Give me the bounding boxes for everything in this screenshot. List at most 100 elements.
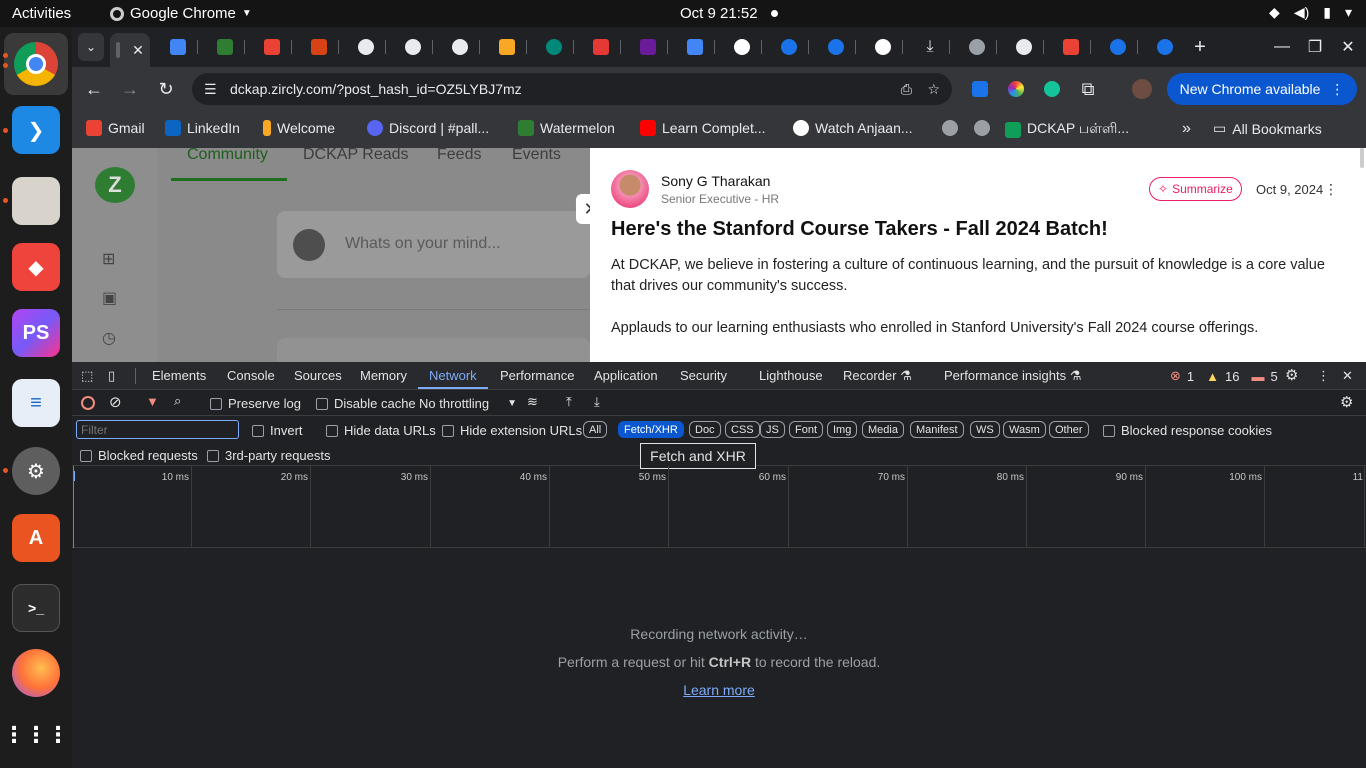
- tab-console[interactable]: Console: [227, 368, 275, 383]
- blocked-response-cookies-checkbox[interactable]: Blocked response cookies: [1103, 423, 1272, 438]
- vscode-icon[interactable]: ❯: [12, 106, 60, 154]
- new-tab-button[interactable]: +: [1180, 33, 1220, 61]
- tab-events[interactable]: Events: [512, 148, 561, 164]
- more-bookmarks-chevron-icon[interactable]: »: [1182, 120, 1191, 138]
- phpstorm-icon[interactable]: PS: [12, 309, 60, 357]
- filter-input[interactable]: [76, 420, 239, 439]
- panel-scrollbar[interactable]: [1360, 148, 1364, 168]
- filter-media[interactable]: Media: [862, 421, 904, 438]
- filter-icon[interactable]: ▼: [146, 394, 159, 409]
- tab-google-1[interactable]: [722, 33, 762, 61]
- extension-color-icon[interactable]: [1004, 77, 1028, 101]
- tab-dckap-reads[interactable]: DCKAP Reads: [303, 148, 409, 164]
- files-icon[interactable]: [12, 177, 60, 225]
- filter-other[interactable]: Other: [1049, 421, 1089, 438]
- tab-app-7[interactable]: [628, 33, 668, 61]
- bookmark-linkedin[interactable]: LinkedIn: [165, 120, 240, 136]
- tab-red-app[interactable]: [299, 33, 339, 61]
- filter-ws[interactable]: WS: [970, 421, 1000, 438]
- zircly-logo[interactable]: Z: [95, 167, 135, 203]
- new-chrome-available-button[interactable]: New Chrome available ⋮: [1167, 73, 1357, 105]
- tab-search-button[interactable]: ⌄: [78, 33, 104, 61]
- tab-app-6[interactable]: [581, 33, 621, 61]
- grammarly-icon[interactable]: [1040, 77, 1064, 101]
- issues-counter[interactable]: ⊗ 1 ▲ 16 ▬ 5: [1170, 368, 1278, 384]
- bookmark-gmail[interactable]: Gmail: [86, 120, 145, 136]
- network-settings-gear-icon[interactable]: ⚙: [1340, 393, 1353, 411]
- tab-globe[interactable]: [957, 33, 997, 61]
- all-bookmarks[interactable]: ▭ All Bookmarks: [1213, 120, 1322, 137]
- summarize-button[interactable]: ✧ Summarize: [1149, 177, 1242, 201]
- tab-docs[interactable]: [675, 33, 715, 61]
- clock[interactable]: Oct 9 21:52: [680, 5, 758, 22]
- network-conditions-icon[interactable]: ≋: [527, 394, 538, 410]
- settings-icon[interactable]: ⚙: [12, 447, 60, 495]
- filter-doc[interactable]: Doc: [689, 421, 721, 438]
- show-apps-icon[interactable]: ⋮⋮⋮: [3, 711, 69, 759]
- settings-gear-icon[interactable]: ⚙: [1285, 366, 1298, 384]
- disable-cache-checkbox[interactable]: Disable cache: [316, 396, 416, 411]
- close-tab-icon[interactable]: ✕: [132, 42, 144, 59]
- author-name[interactable]: Sony G Tharakan: [661, 173, 770, 189]
- tab-openai[interactable]: [1004, 33, 1044, 61]
- site-info-icon[interactable]: ☰: [204, 81, 217, 98]
- import-har-icon[interactable]: ⤒: [566, 394, 572, 410]
- tab-lighthouse[interactable]: Lighthouse: [759, 368, 823, 383]
- tab-performance-insights[interactable]: Performance insights ⚗: [944, 368, 1081, 384]
- tab-gmail-2[interactable]: [1051, 33, 1091, 61]
- preserve-log-checkbox[interactable]: Preserve log: [210, 396, 301, 411]
- tab-chrome-1[interactable]: [769, 33, 809, 61]
- tab-community[interactable]: Community: [187, 148, 268, 164]
- more-options-icon[interactable]: ⋮: [1317, 368, 1330, 384]
- clock-icon[interactable]: ◷: [102, 328, 116, 348]
- activities-button[interactable]: Activities: [12, 5, 71, 22]
- bookmark-youtube[interactable]: Learn Complet...: [640, 120, 766, 136]
- tab-app-1[interactable]: [346, 33, 386, 61]
- bookmark-watermelon[interactable]: Watermelon: [518, 120, 615, 136]
- terminal-icon[interactable]: >_: [12, 584, 60, 632]
- filter-js[interactable]: JS: [760, 421, 785, 438]
- filter-fetch-xhr[interactable]: Fetch/XHR: [618, 421, 684, 438]
- tab-chrome-4[interactable]: [1145, 33, 1185, 61]
- app-center-icon[interactable]: A: [12, 514, 60, 562]
- tab-google-2[interactable]: [863, 33, 903, 61]
- throttling-select[interactable]: No throttling ▼: [419, 396, 517, 411]
- create-post-box[interactable]: Whats on your mind...: [277, 211, 590, 278]
- tab-webflow[interactable]: [205, 33, 245, 61]
- tab-app-4[interactable]: [487, 33, 527, 61]
- clear-icon[interactable]: ⊘: [109, 393, 122, 411]
- tab-performance[interactable]: Performance: [500, 368, 574, 383]
- tab-recorder[interactable]: Recorder ⚗: [843, 368, 912, 384]
- address-bar[interactable]: ☰ dckap.zircly.com/?post_hash_id=OZ5LYBJ…: [192, 73, 952, 105]
- tab-gmail[interactable]: [252, 33, 292, 61]
- search-icon[interactable]: ⌕: [174, 393, 181, 409]
- filter-wasm[interactable]: Wasm: [1003, 421, 1046, 438]
- device-toolbar-icon[interactable]: ▯: [108, 368, 115, 384]
- blocked-requests-checkbox[interactable]: Blocked requests: [80, 448, 198, 463]
- filter-manifest[interactable]: Manifest: [910, 421, 964, 438]
- third-party-requests-checkbox[interactable]: 3rd-party requests: [207, 448, 331, 463]
- hide-extension-urls-checkbox[interactable]: Hide extension URLs: [442, 423, 582, 438]
- text-editor-icon[interactable]: ≡: [12, 379, 60, 427]
- profile-avatar[interactable]: [1130, 77, 1154, 101]
- learn-more-link[interactable]: Learn more: [683, 682, 755, 698]
- hide-data-urls-checkbox[interactable]: Hide data URLs: [326, 423, 436, 438]
- close-window-button[interactable]: ✕: [1328, 33, 1366, 61]
- anydesk-icon[interactable]: ◆: [12, 243, 60, 291]
- tab-memory[interactable]: Memory: [360, 368, 407, 383]
- record-stop-icon[interactable]: [81, 396, 95, 410]
- system-tray[interactable]: ◆ ◀) ▮ ▾: [1269, 4, 1352, 21]
- tab-feeds[interactable]: Feeds: [437, 148, 481, 164]
- post-options-icon[interactable]: ⋮: [1324, 181, 1338, 198]
- bookmark-google[interactable]: Watch Anjaan...: [793, 120, 913, 136]
- invert-checkbox[interactable]: Invert: [252, 423, 303, 438]
- network-overview-timeline[interactable]: 10 ms 20 ms 30 ms 40 ms 50 ms 60 ms 70 m…: [72, 466, 1366, 548]
- tab-active[interactable]: ✕: [110, 33, 150, 67]
- reload-button[interactable]: ↻: [154, 77, 178, 101]
- tab-app-3[interactable]: [440, 33, 480, 61]
- filter-font[interactable]: Font: [789, 421, 824, 438]
- firefox-icon[interactable]: [12, 649, 60, 697]
- layout-icon[interactable]: ▣: [102, 288, 117, 308]
- bookmark-discord[interactable]: Discord | #pall...: [367, 120, 489, 136]
- filter-css[interactable]: CSS: [725, 421, 760, 438]
